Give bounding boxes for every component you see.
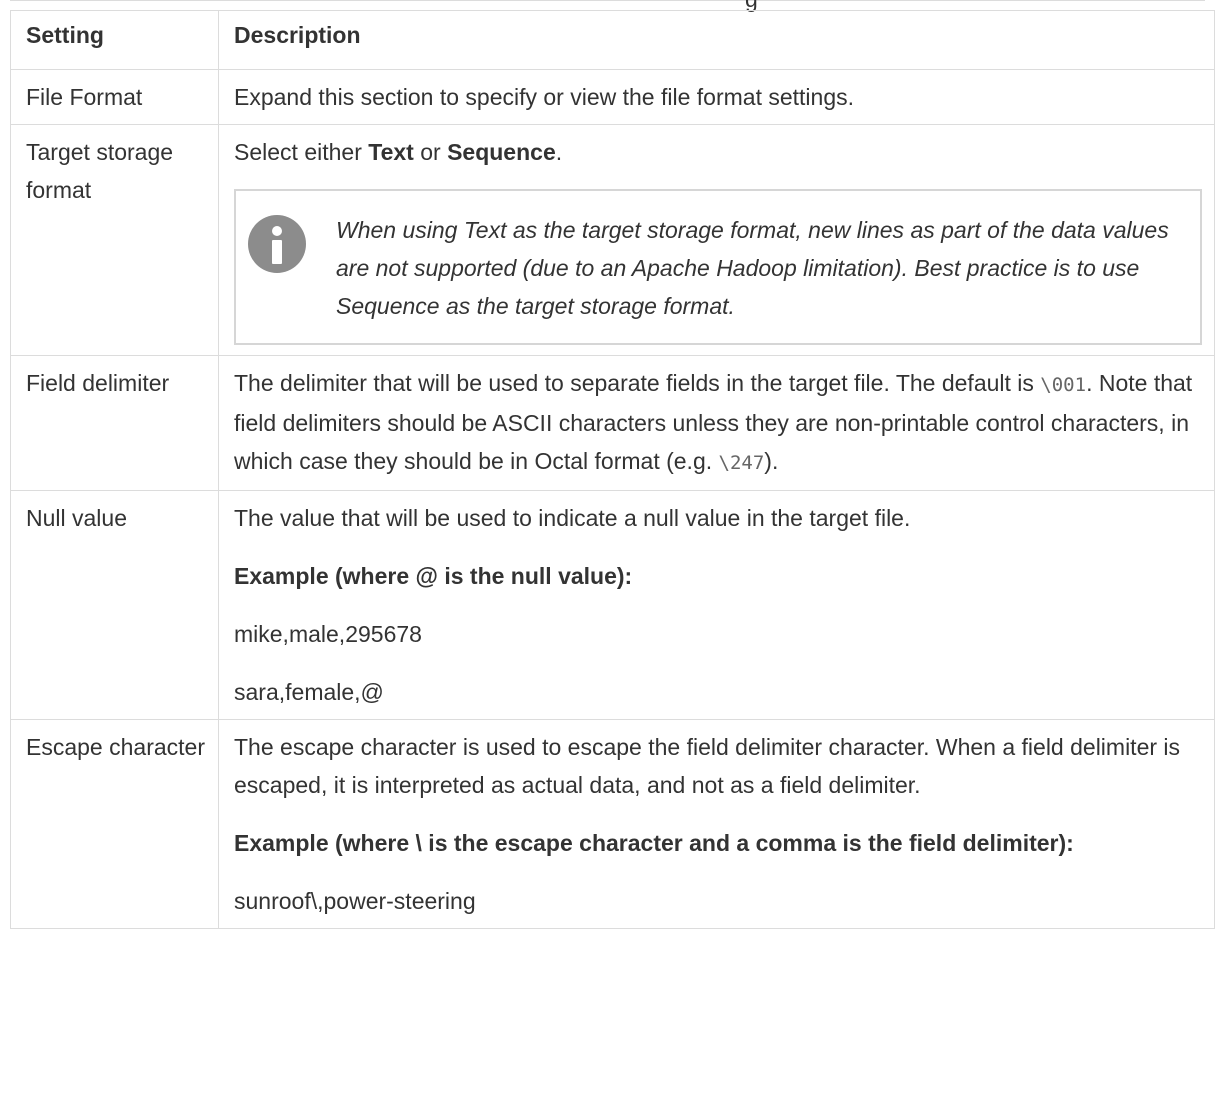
null-value-example-line-2: sara,female,@: [234, 679, 384, 705]
setting-target-storage: Target storage format: [10, 124, 219, 356]
table-row-file-format: File Format Expand this section to speci…: [10, 69, 1215, 125]
table-row-null-value: Null value The value that will be used t…: [10, 490, 1215, 720]
text-mid: or: [413, 139, 448, 165]
description-field-delimiter: The delimiter that will be used to separ…: [218, 355, 1215, 491]
table-header-row: Setting Description: [10, 10, 1215, 70]
code-default-delimiter: \001: [1040, 374, 1087, 396]
option-sequence: Sequence: [447, 139, 556, 165]
null-value-description: The value that will be used to indicate …: [234, 505, 911, 531]
description-target-storage: Select either Text or Sequence. When usi…: [218, 124, 1215, 356]
escape-example-line-1: sunroof\,power-steering: [234, 888, 476, 914]
code-octal-example: \247: [718, 452, 765, 474]
header-setting: Setting: [10, 10, 219, 70]
null-value-example-line-1: mike,male,295678: [234, 621, 422, 647]
escape-description: The escape character is used to escape t…: [234, 734, 1181, 798]
note-text: When using Text as the target storage fo…: [336, 217, 1169, 319]
text-prefix: Select either: [234, 139, 369, 165]
setting-field-delimiter: Field delimiter: [10, 355, 219, 491]
header-description: Description: [218, 10, 1215, 70]
note-box: When using Text as the target storage fo…: [234, 189, 1202, 345]
field-delimiter-text-1: The delimiter that will be used to separ…: [234, 370, 1041, 396]
setting-null-value: Null value: [10, 490, 219, 720]
document-page: g Setting Description File Format Expand…: [0, 0, 1215, 1101]
table-row-escape-character: Escape character The escape character is…: [10, 719, 1215, 929]
setting-file-format: File Format: [10, 69, 219, 125]
info-icon: [248, 215, 306, 273]
description-escape-character: The escape character is used to escape t…: [218, 719, 1215, 929]
table-row-target-storage: Target storage format Select either Text…: [10, 124, 1215, 356]
setting-escape-character: Escape character: [10, 719, 219, 929]
option-text: Text: [368, 139, 414, 165]
target-storage-sentence: Select either Text or Sequence.: [234, 133, 1202, 171]
description-null-value: The value that will be used to indicate …: [218, 490, 1215, 720]
field-delimiter-text-3: ).: [764, 448, 779, 474]
settings-table: Setting Description File Format Expand t…: [10, 10, 1215, 929]
table-row-field-delimiter: Field delimiter The delimiter that will …: [10, 355, 1215, 491]
null-value-example-heading: Example (where @ is the null value):: [234, 563, 633, 589]
text-suffix: .: [555, 139, 563, 165]
description-file-format: Expand this section to specify or view t…: [218, 69, 1215, 125]
escape-example-heading: Example (where \ is the escape character…: [234, 830, 1074, 856]
